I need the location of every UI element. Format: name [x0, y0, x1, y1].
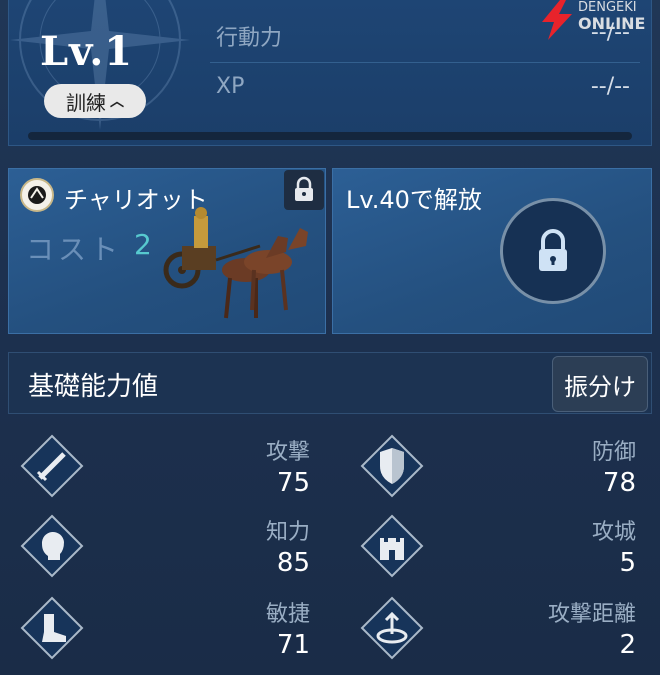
chariot-illustration-icon	[163, 207, 308, 319]
xp-value: --/--	[590, 74, 630, 99]
stat-attack-range-label: 攻撃距離	[547, 602, 636, 627]
training-badge-label: 訓練	[66, 90, 106, 115]
divider	[210, 62, 640, 63]
level-text: Lv.1	[40, 28, 134, 75]
head-icon	[20, 514, 84, 578]
stat-attack-label: 攻撃	[265, 440, 310, 465]
unlock-requirement-text: Lv.40で解放	[346, 186, 482, 214]
base-stats-title: 基礎能力値	[28, 372, 159, 402]
stat-defense-label: 防御	[591, 440, 636, 465]
lightning-logo-icon	[542, 0, 572, 40]
stat-intelligence-value: 85	[276, 548, 310, 578]
cost-label: コスト	[26, 233, 123, 266]
sword-icon	[20, 434, 84, 498]
stat-siege-label: 攻城	[591, 520, 636, 545]
watermark-line2: ONLINE	[578, 14, 646, 33]
boot-icon	[20, 596, 84, 660]
skill-emblem-icon	[20, 178, 54, 212]
lock-icon	[500, 198, 606, 304]
stat-attack-range-value: 2	[619, 630, 636, 660]
watermark-line1: DENGEKI	[578, 0, 637, 15]
castle-icon	[360, 514, 424, 578]
stat-attack-value: 75	[276, 468, 310, 498]
stat-siege-value: 5	[619, 548, 636, 578]
shield-icon	[360, 434, 424, 498]
cost-value: 2	[134, 228, 152, 261]
training-badge-button[interactable]: 訓練 ︿	[44, 84, 146, 118]
range-icon	[360, 596, 424, 660]
stat-agility-value: 71	[276, 630, 310, 660]
stat-intelligence-label: 知力	[265, 520, 310, 545]
xp-progress-bar	[28, 132, 632, 140]
stat-defense-value: 78	[602, 468, 636, 498]
chevron-up-icon: ︿	[110, 94, 124, 110]
small-lock-icon	[284, 170, 324, 210]
xp-label: XP	[216, 74, 245, 99]
action-power-label: 行動力	[216, 26, 283, 51]
assign-points-button[interactable]: 振分け	[552, 356, 648, 412]
stat-agility-label: 敏捷	[265, 602, 310, 627]
